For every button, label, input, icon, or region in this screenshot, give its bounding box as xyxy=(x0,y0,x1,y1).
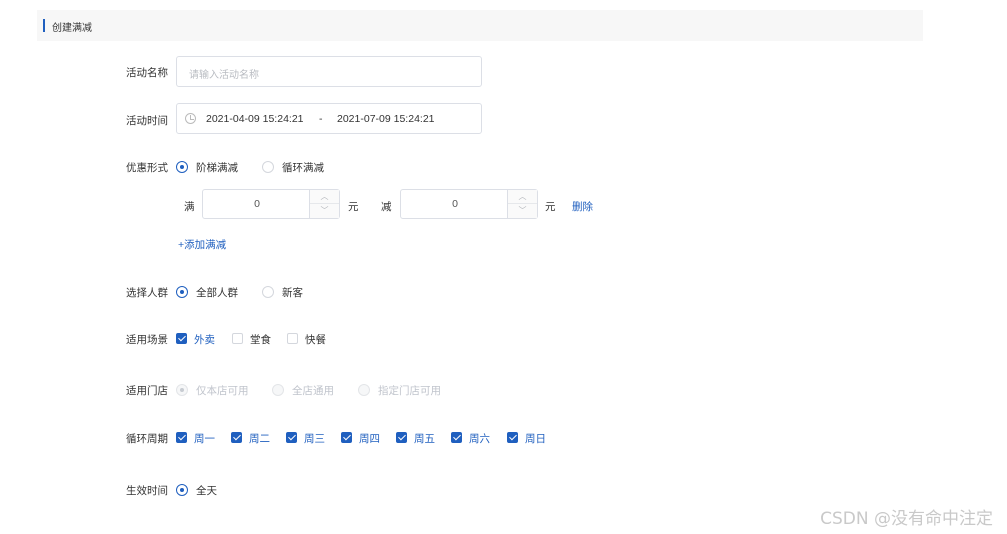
end-date[interactable]: 2021-07-09 15:24:21 xyxy=(337,113,435,125)
checkbox-thu-label[interactable]: 周四 xyxy=(359,431,380,446)
full-amount-input[interactable]: 0 ︿ ﹀ xyxy=(202,189,340,219)
checkbox-thu[interactable] xyxy=(341,432,352,443)
radio-this-store xyxy=(176,384,188,396)
date-separator: - xyxy=(319,113,323,125)
radio-all-stores-label: 全店通用 xyxy=(292,385,334,397)
minus-label: 减 xyxy=(381,201,392,213)
radio-specific-stores xyxy=(358,384,370,396)
cycle-label: 循环周期 xyxy=(126,433,168,445)
header-accent-bar xyxy=(43,19,45,32)
effective-time-label: 生效时间 xyxy=(126,485,168,497)
activity-name-placeholder: 请输入活动名称 xyxy=(189,70,259,81)
chevron-up-icon[interactable]: ︿ xyxy=(310,190,339,204)
checkbox-fri-label[interactable]: 周五 xyxy=(414,431,435,446)
chevron-down-icon[interactable]: ﹀ xyxy=(310,204,339,218)
radio-all-stores xyxy=(272,384,284,396)
chevron-up-icon[interactable]: ︿ xyxy=(508,190,537,204)
checkbox-sat-label[interactable]: 周六 xyxy=(469,431,490,446)
section-title: 创建满减 xyxy=(52,23,92,34)
unit-yuan-2: 元 xyxy=(545,201,556,213)
audience-label: 选择人群 xyxy=(126,287,168,299)
checkbox-mon-label[interactable]: 周一 xyxy=(194,431,215,446)
checkbox-wed-label[interactable]: 周三 xyxy=(304,431,325,446)
checkbox-tue-label[interactable]: 周二 xyxy=(249,431,270,446)
activity-name-label: 活动名称 xyxy=(126,67,168,79)
date-range-picker[interactable]: 2021-04-09 15:24:21 - 2021-07-09 15:24:2… xyxy=(176,103,482,134)
checkbox-dinein-label[interactable]: 堂食 xyxy=(250,332,271,347)
checkbox-mon[interactable] xyxy=(176,432,187,443)
unit-yuan-1: 元 xyxy=(348,201,359,213)
minus-amount-input[interactable]: 0 ︿ ﹀ xyxy=(400,189,538,219)
radio-cyclic-label[interactable]: 循环满减 xyxy=(282,160,324,175)
radio-all-audience-label[interactable]: 全部人群 xyxy=(196,285,238,300)
radio-new-customer[interactable] xyxy=(262,286,274,298)
watermark: CSDN @没有命中注定 xyxy=(820,509,993,529)
radio-specific-stores-label: 指定门店可用 xyxy=(378,385,441,397)
radio-all-audience[interactable] xyxy=(176,286,188,298)
checkbox-sat[interactable] xyxy=(451,432,462,443)
checkbox-wed[interactable] xyxy=(286,432,297,443)
checkbox-sun-label[interactable]: 周日 xyxy=(525,431,546,446)
clock-icon xyxy=(185,113,196,124)
checkbox-sun[interactable] xyxy=(507,432,518,443)
minus-amount-stepper[interactable]: ︿ ﹀ xyxy=(507,190,537,218)
checkbox-takeout[interactable] xyxy=(176,333,187,344)
section-header: 创建满减 xyxy=(37,10,923,41)
activity-time-label: 活动时间 xyxy=(126,115,168,127)
radio-all-day[interactable] xyxy=(176,484,188,496)
radio-all-day-label[interactable]: 全天 xyxy=(196,483,217,498)
checkbox-fastfood[interactable] xyxy=(287,333,298,344)
radio-cyclic[interactable] xyxy=(262,161,274,173)
start-date[interactable]: 2021-04-09 15:24:21 xyxy=(206,113,304,125)
checkbox-takeout-label[interactable]: 外卖 xyxy=(194,332,215,347)
full-amount-stepper[interactable]: ︿ ﹀ xyxy=(309,190,339,218)
activity-name-input[interactable]: 请输入活动名称 xyxy=(176,56,482,87)
discount-type-label: 优惠形式 xyxy=(126,162,168,174)
scene-label: 适用场景 xyxy=(126,334,168,346)
add-rule-link[interactable]: +添加满减 xyxy=(178,237,226,252)
checkbox-fastfood-label[interactable]: 快餐 xyxy=(305,332,326,347)
checkbox-tue[interactable] xyxy=(231,432,242,443)
full-amount-value: 0 xyxy=(254,198,260,210)
delete-rule-link[interactable]: 删除 xyxy=(572,199,593,214)
checkbox-fri[interactable] xyxy=(396,432,407,443)
radio-tiered-label[interactable]: 阶梯满减 xyxy=(196,160,238,175)
minus-amount-value: 0 xyxy=(452,198,458,210)
radio-this-store-label: 仅本店可用 xyxy=(196,385,249,397)
radio-new-customer-label[interactable]: 新客 xyxy=(282,285,303,300)
full-label: 满 xyxy=(184,201,195,213)
store-label: 适用门店 xyxy=(126,385,168,397)
chevron-down-icon[interactable]: ﹀ xyxy=(508,204,537,218)
checkbox-dinein[interactable] xyxy=(232,333,243,344)
radio-tiered[interactable] xyxy=(176,161,188,173)
